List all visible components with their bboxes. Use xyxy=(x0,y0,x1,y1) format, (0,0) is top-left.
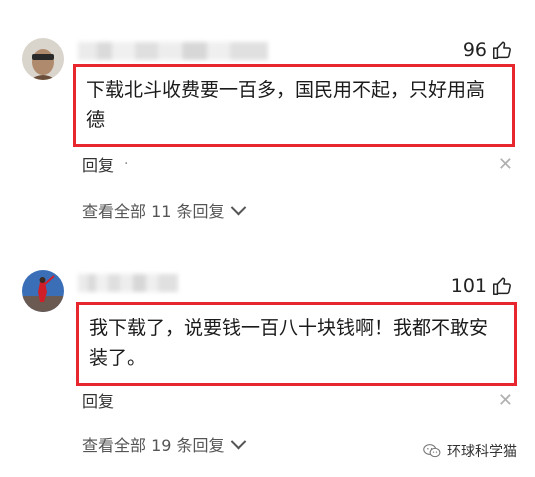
chevron-down-icon xyxy=(230,433,246,449)
reply-button[interactable]: 回复 xyxy=(82,388,114,412)
view-all-replies-link[interactable]: 查看全部 11 条回复 xyxy=(82,198,246,222)
username-blurred xyxy=(78,42,268,60)
close-icon[interactable]: ✕ xyxy=(498,390,513,411)
like-button[interactable]: 101 xyxy=(451,275,513,297)
separator-dot: · xyxy=(124,156,129,172)
comment-text-content: 下载北斗收费要一百多，国民用不起，只好用高德 xyxy=(86,79,486,131)
comment-text-content: 我下载了，说要钱一百八十块钱啊！我都不敢安装了。 xyxy=(89,317,489,369)
reply-button[interactable]: 回复 xyxy=(82,152,114,176)
wechat-icon xyxy=(423,444,441,458)
watermark-text: 环球科学猫 xyxy=(447,444,517,460)
comment-text: 下载北斗收费要一百多，国民用不起，只好用高德 xyxy=(73,64,515,147)
like-button[interactable]: 96 xyxy=(463,39,513,61)
chevron-down-icon xyxy=(230,199,246,215)
view-all-replies-label: 查看全部 11 条回复 xyxy=(82,202,225,221)
like-count: 101 xyxy=(450,275,487,297)
avatar[interactable] xyxy=(22,38,64,80)
avatar[interactable] xyxy=(22,270,64,312)
reply-row: 回复 ✕ xyxy=(82,388,513,412)
view-all-replies-link[interactable]: 查看全部 19 条回复 xyxy=(82,432,246,456)
close-icon[interactable]: ✕ xyxy=(498,154,513,175)
thumbs-up-icon xyxy=(493,277,511,295)
view-all-replies-label: 查看全部 19 条回复 xyxy=(82,436,225,455)
reply-row: 回复 · ✕ xyxy=(82,152,513,176)
comment-text: 我下载了，说要钱一百八十块钱啊！我都不敢安装了。 xyxy=(76,302,517,386)
thumbs-up-icon xyxy=(493,41,511,59)
like-count: 96 xyxy=(462,39,487,61)
watermark: 环球科学猫 xyxy=(423,441,517,461)
username-blurred xyxy=(78,274,178,292)
